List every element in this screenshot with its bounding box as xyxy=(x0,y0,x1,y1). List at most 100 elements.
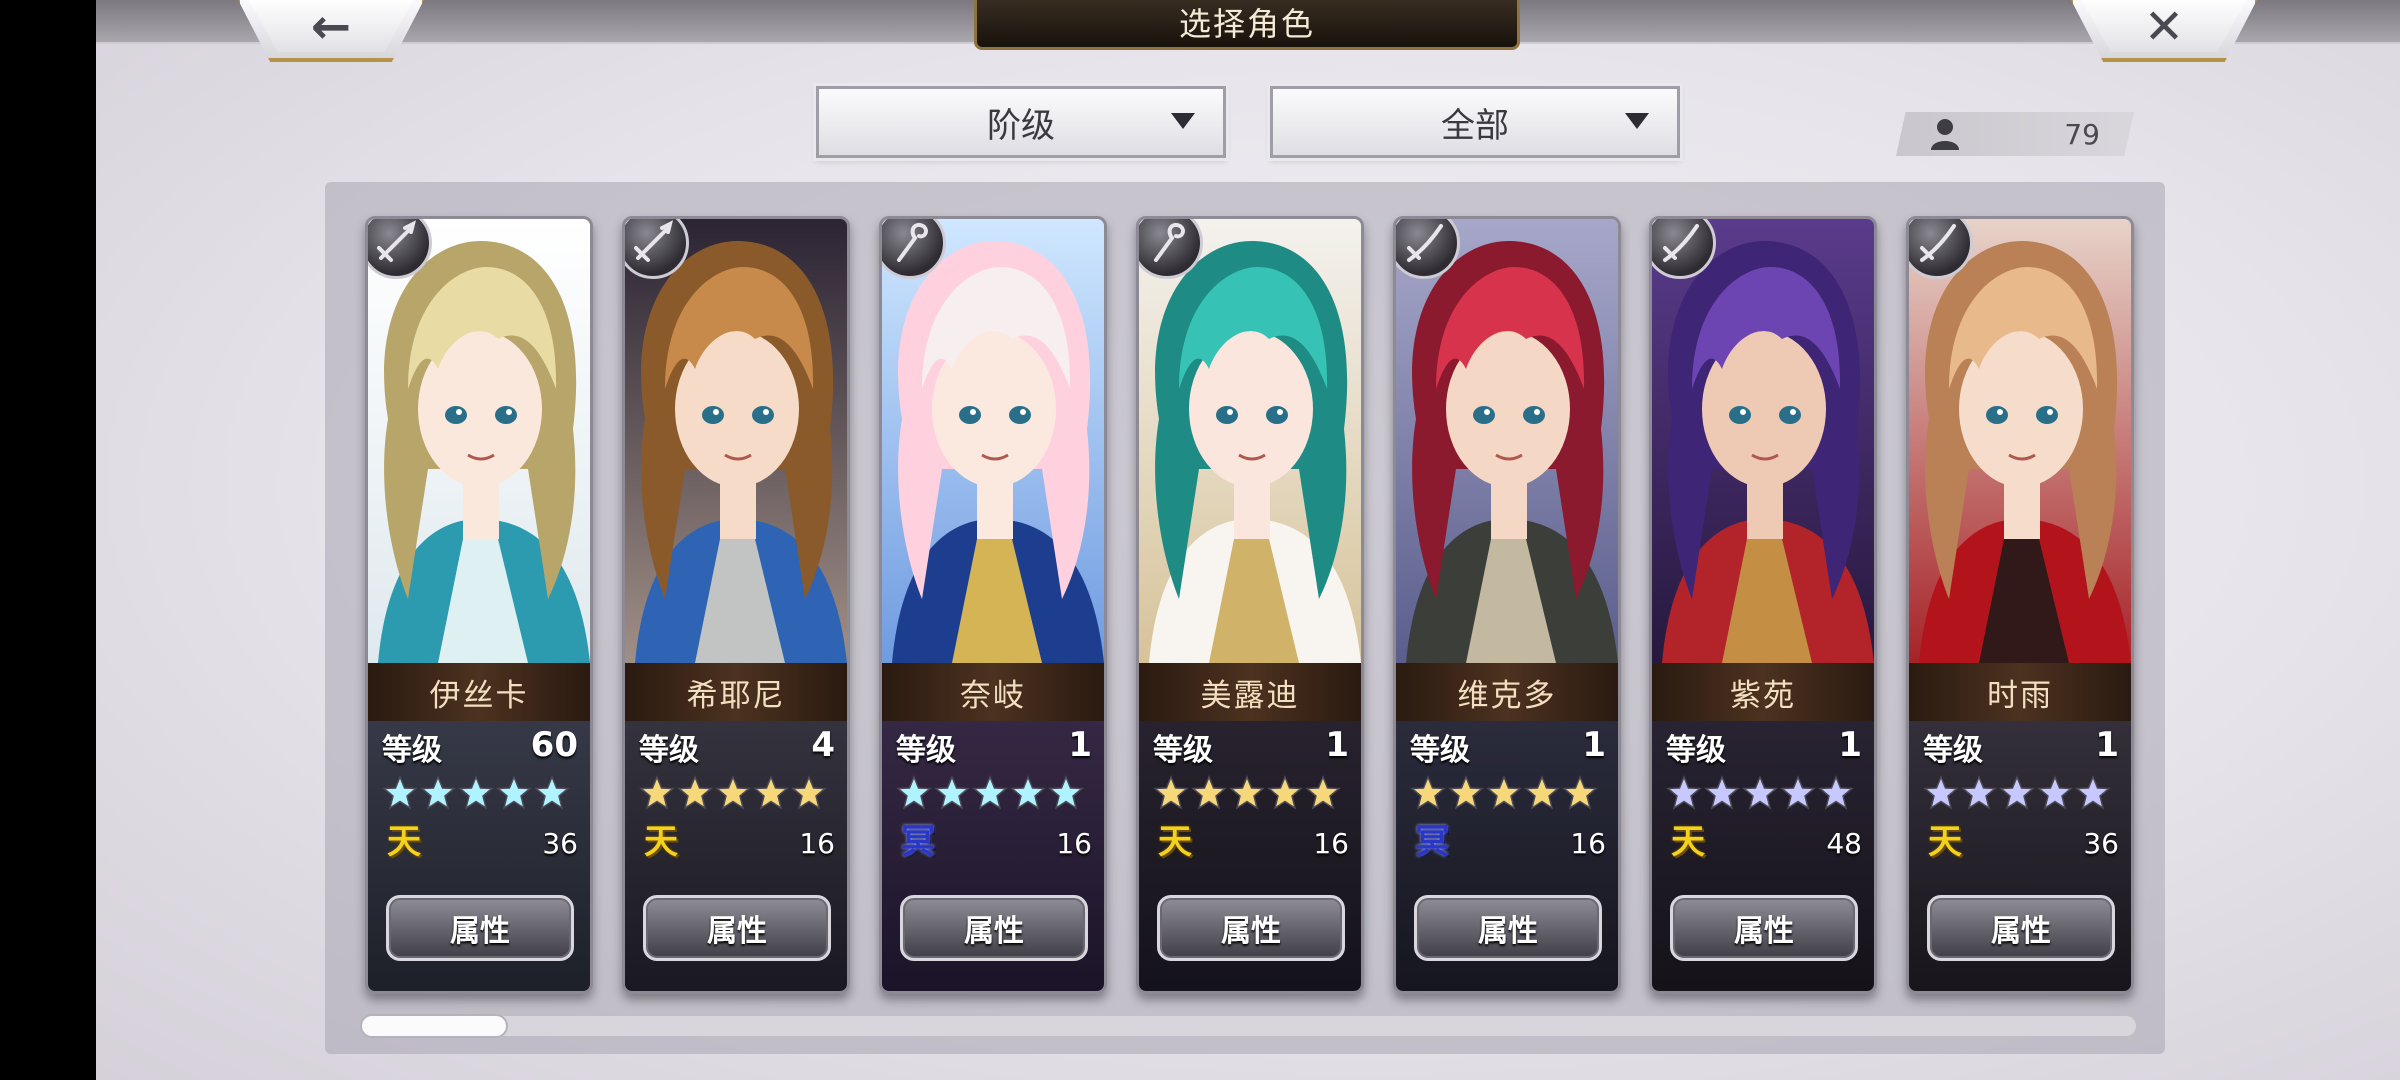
level-value: 4 xyxy=(811,725,835,765)
level-label: 等级 xyxy=(382,733,442,768)
star-icon xyxy=(677,775,713,811)
element-row: 天 36 xyxy=(1923,819,2119,869)
attribute-button[interactable]: 属性 xyxy=(1414,895,1602,961)
star-rating xyxy=(382,775,582,811)
star-icon xyxy=(1448,775,1484,811)
character-info: 紫苑 等级 1 天 48 属性 xyxy=(1652,663,1874,991)
character-card[interactable]: 美露迪等级 1 天 16 属性 xyxy=(1136,216,1364,994)
element-value: 36 xyxy=(542,827,578,860)
element-badge-icon: 天 xyxy=(644,822,678,862)
level-row: 等级 4 xyxy=(639,725,835,769)
star-icon xyxy=(1780,775,1816,811)
sort-dropdown-label: 阶级 xyxy=(987,105,1055,146)
character-card[interactable]: 时雨等级 1 天 36 属性 xyxy=(1906,216,2134,994)
element-value: 48 xyxy=(1826,827,1862,860)
level-value: 1 xyxy=(1068,725,1092,765)
star-icon xyxy=(1923,775,1959,811)
level-row: 等级 1 xyxy=(896,725,1092,769)
element-badge-icon: 冥 xyxy=(1415,822,1449,862)
level-value: 1 xyxy=(1325,725,1349,765)
attribute-button[interactable]: 属性 xyxy=(1157,895,1345,961)
element-badge-icon: 天 xyxy=(387,822,421,862)
character-info: 希耶尼 等级 4 天 16 属性 xyxy=(625,663,847,991)
element-row: 天 36 xyxy=(382,819,578,869)
character-name: 维克多 xyxy=(1396,663,1618,721)
element-value: 16 xyxy=(1313,827,1349,860)
page-title: 选择角色 xyxy=(974,0,1520,50)
character-name: 时雨 xyxy=(1909,663,2131,721)
attribute-button[interactable]: 属性 xyxy=(1927,895,2115,961)
star-icon xyxy=(1704,775,1740,811)
character-name: 紫苑 xyxy=(1652,663,1874,721)
star-icon xyxy=(1818,775,1854,811)
star-rating xyxy=(1923,775,2123,811)
character-card[interactable]: 希耶尼 等级 4 天 16 属性 xyxy=(622,216,850,994)
star-icon xyxy=(1048,775,1084,811)
star-icon xyxy=(496,775,532,811)
close-button[interactable]: ✕ xyxy=(2069,0,2259,62)
level-row: 等级 1 xyxy=(1153,725,1349,769)
star-icon xyxy=(1267,775,1303,811)
character-portrait xyxy=(1396,219,1618,663)
star-rating xyxy=(1153,775,1353,811)
star-icon xyxy=(1191,775,1227,811)
star-icon xyxy=(1524,775,1560,811)
star-icon xyxy=(1999,775,2035,811)
back-button[interactable]: ← xyxy=(236,0,426,62)
game-screen: ← 选择角色 ✕ 阶级 全部 79 伊丝卡 等级 60 天 36 属性 希耶尼 等级 4 天 16 属… xyxy=(96,0,2400,1080)
roster-count: 79 xyxy=(1896,112,2134,156)
character-info: 美露迪等级 1 天 16 属性 xyxy=(1139,663,1361,991)
character-card[interactable]: 紫苑 等级 1 天 48 属性 xyxy=(1649,216,1877,994)
sort-dropdown[interactable]: 阶级 xyxy=(816,86,1226,158)
character-name: 美露迪 xyxy=(1139,663,1361,721)
level-label: 等级 xyxy=(1666,733,1726,768)
level-value: 1 xyxy=(2095,725,2119,765)
character-info: 维克多 等级 1 冥 16 属性 xyxy=(1396,663,1618,991)
roster-count-value: 79 xyxy=(2064,118,2100,151)
element-badge-icon: 天 xyxy=(1928,822,1962,862)
star-icon xyxy=(420,775,456,811)
level-label: 等级 xyxy=(1923,733,1983,768)
element-badge-icon: 天 xyxy=(1671,822,1705,862)
character-info: 奈岐 等级 1 冥 16 属性 xyxy=(882,663,1104,991)
character-card[interactable]: 维克多 等级 1 冥 16 属性 xyxy=(1393,216,1621,994)
star-icon xyxy=(2075,775,2111,811)
attribute-button[interactable]: 属性 xyxy=(900,895,1088,961)
category-dropdown[interactable]: 全部 xyxy=(1270,86,1680,158)
chevron-down-icon xyxy=(1171,113,1195,129)
level-label: 等级 xyxy=(639,733,699,768)
level-label: 等级 xyxy=(1410,733,1470,768)
element-badge-icon: 天 xyxy=(1158,822,1192,862)
chevron-down-icon xyxy=(1625,113,1649,129)
character-name: 希耶尼 xyxy=(625,663,847,721)
character-card[interactable]: 伊丝卡 等级 60 天 36 属性 xyxy=(365,216,593,994)
star-icon xyxy=(458,775,494,811)
star-rating xyxy=(1410,775,1610,811)
attribute-button[interactable]: 属性 xyxy=(643,895,831,961)
level-row: 等级 1 xyxy=(1666,725,1862,769)
star-icon xyxy=(639,775,675,811)
scrollbar-thumb[interactable] xyxy=(360,1014,508,1038)
attribute-button[interactable]: 属性 xyxy=(1670,895,1858,961)
star-rating xyxy=(1666,775,1866,811)
element-row: 冥 16 xyxy=(1410,819,1606,869)
star-icon xyxy=(791,775,827,811)
character-info: 伊丝卡 等级 60 天 36 属性 xyxy=(368,663,590,991)
element-value: 16 xyxy=(1570,827,1606,860)
level-row: 等级 1 xyxy=(1923,725,2119,769)
element-value: 36 xyxy=(2083,827,2119,860)
star-rating xyxy=(896,775,1096,811)
element-row: 天 48 xyxy=(1666,819,1862,869)
level-label: 等级 xyxy=(1153,733,1213,768)
back-arrow-icon: ← xyxy=(310,0,352,55)
attribute-button[interactable]: 属性 xyxy=(386,895,574,961)
horizontal-scrollbar[interactable] xyxy=(360,1016,2136,1036)
star-icon xyxy=(1410,775,1446,811)
star-icon xyxy=(534,775,570,811)
star-icon xyxy=(1229,775,1265,811)
star-icon xyxy=(1153,775,1189,811)
star-icon xyxy=(1305,775,1341,811)
star-icon xyxy=(896,775,932,811)
character-card[interactable]: 奈岐 等级 1 冥 16 属性 xyxy=(879,216,1107,994)
star-icon xyxy=(1486,775,1522,811)
